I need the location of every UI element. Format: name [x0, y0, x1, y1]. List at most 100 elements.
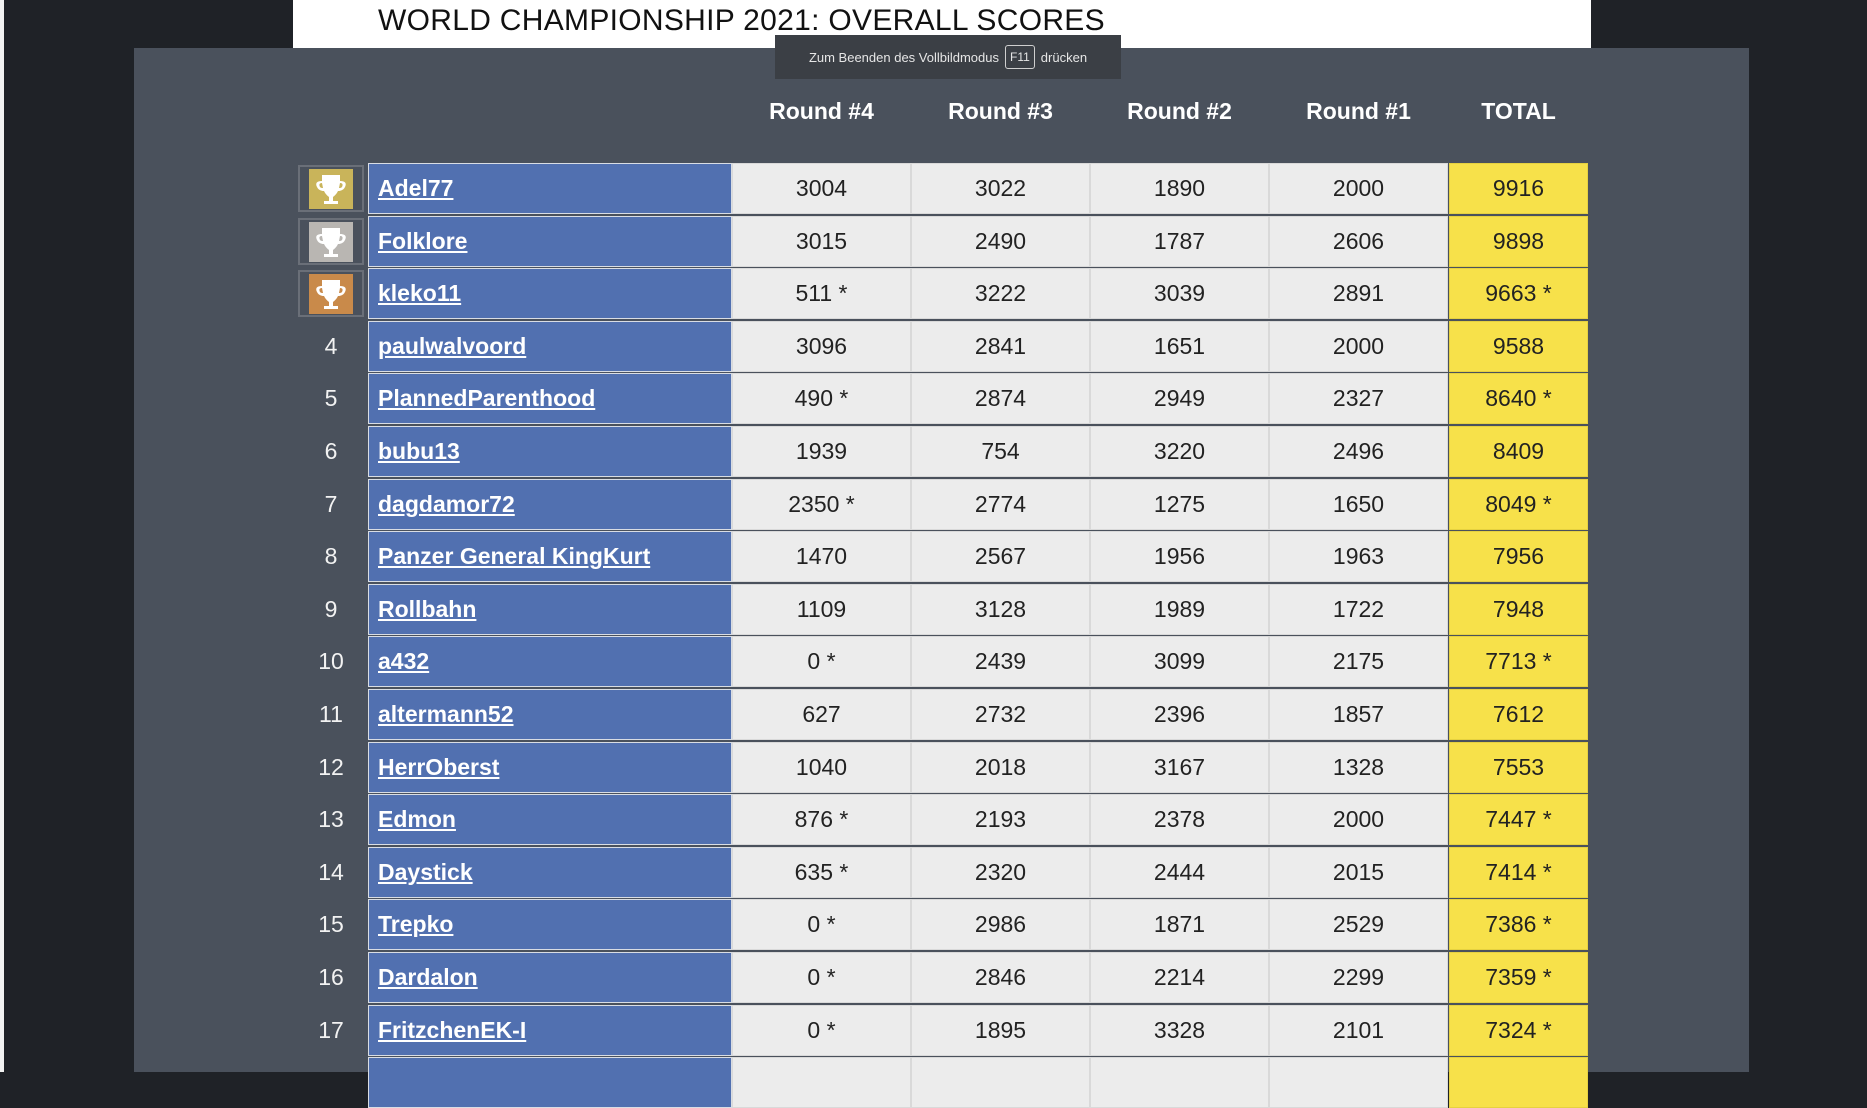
player-name-link[interactable]: Trepko: [378, 911, 453, 938]
score-cell-round-2: 1956: [1090, 531, 1269, 582]
player-name-cell: [368, 1057, 732, 1108]
total-cell: 7956: [1449, 531, 1588, 582]
score-cell-round-3: 754: [911, 426, 1090, 477]
fullscreen-notice: Zum Beenden des Vollbildmodus F11 drücke…: [775, 35, 1121, 79]
fullscreen-notice-text-end: drücken: [1040, 49, 1088, 65]
total-cell: 7386 *: [1449, 899, 1588, 950]
total-cell: 7359 *: [1449, 952, 1588, 1003]
score-cell-round-1: 2175: [1269, 636, 1448, 687]
player-name-link[interactable]: HerrOberst: [378, 754, 499, 781]
player-name-cell: dagdamor72: [368, 479, 732, 530]
trophy-gold-icon: [298, 165, 364, 212]
score-cell-round-2: 2378: [1090, 794, 1269, 845]
player-name-cell: Trepko: [368, 899, 732, 950]
score-cell-round-2: [1090, 1057, 1269, 1108]
score-cell-round-3: 2732: [911, 689, 1090, 740]
total-cell: 7553: [1449, 742, 1588, 793]
score-cell-round-4: 3015: [732, 216, 911, 267]
player-name-link[interactable]: a432: [378, 648, 429, 675]
player-name-cell: Rollbahn: [368, 584, 732, 635]
rank-cell: 17: [318, 1016, 344, 1043]
player-name-link[interactable]: dagdamor72: [378, 491, 515, 518]
score-cell-round-1: 2529: [1269, 899, 1448, 950]
player-name-cell: altermann52: [368, 689, 732, 740]
table-row: 17 FritzchenEK-I 0 * 1895 3328 2101 7324 *: [0, 1005, 1867, 1056]
score-cell-round-2: 3328: [1090, 1005, 1269, 1056]
score-cell-round-3: 2018: [911, 742, 1090, 793]
f11-key-badge: F11: [1005, 45, 1035, 69]
player-name-link[interactable]: bubu13: [378, 438, 460, 465]
score-cell-round-4: 0 *: [732, 636, 911, 687]
score-cell-round-1: 1857: [1269, 689, 1448, 740]
player-name-link[interactable]: FritzchenEK-I: [378, 1017, 526, 1044]
score-cell-round-1: 2606: [1269, 216, 1448, 267]
player-name-cell: Edmon: [368, 794, 732, 845]
player-name-cell: bubu13: [368, 426, 732, 477]
player-name-cell: FritzchenEK-I: [368, 1005, 732, 1056]
page-title: WORLD CHAMPIONSHIP 2021: OVERALL SCORES: [378, 4, 1105, 37]
score-cell-round-1: 2000: [1269, 794, 1448, 845]
fullscreen-notice-text: Zum Beenden des Vollbildmodus: [808, 49, 999, 65]
total-cell: 9663 *: [1449, 268, 1588, 319]
score-cell-round-4: 490 *: [732, 373, 911, 424]
table-row: 8 Panzer General KingKurt 1470 2567 1956 1963…: [0, 531, 1867, 582]
player-name-link[interactable]: Dardalon: [378, 964, 478, 991]
total-cell: [1449, 1057, 1588, 1108]
player-name-cell: a432: [368, 636, 732, 687]
rank-cell: 13: [318, 805, 344, 832]
score-cell-round-4: [732, 1057, 911, 1108]
score-cell-round-2: 3167: [1090, 742, 1269, 793]
score-cell-round-4: 1109: [732, 584, 911, 635]
table-row: 10 a432 0 * 2439 3099 2175 7713 *: [0, 636, 1867, 687]
table-row: kleko11 511 * 3222 3039 2891 9663 *: [0, 268, 1867, 319]
score-cell-round-3: 2567: [911, 531, 1090, 582]
table-row: 9 Rollbahn 1109 3128 1989 1722 7948: [0, 584, 1867, 635]
score-cell-round-4: 1939: [732, 426, 911, 477]
score-cell-round-2: 1787: [1090, 216, 1269, 267]
header-round-4: Round #4: [769, 98, 874, 124]
player-name-link[interactable]: Adel77: [378, 175, 453, 202]
score-cell-round-2: 2444: [1090, 847, 1269, 898]
player-name-link[interactable]: Panzer General KingKurt: [378, 543, 650, 570]
rank-cell: 10: [318, 647, 344, 674]
rank-cell: 5: [324, 384, 338, 411]
total-cell: 8640 *: [1449, 373, 1588, 424]
player-name-link[interactable]: kleko11: [378, 280, 461, 307]
table-row: 12 HerrOberst 1040 2018 3167 1328 7553: [0, 742, 1867, 793]
score-cell-round-4: 1040: [732, 742, 911, 793]
score-cell-round-1: 2000: [1269, 321, 1448, 372]
total-cell: 8049 *: [1449, 479, 1588, 530]
player-name-link[interactable]: Daystick: [378, 859, 473, 886]
table-row: 11 altermann52 627 2732 2396 1857 7612: [0, 689, 1867, 740]
score-cell-round-4: 635 *: [732, 847, 911, 898]
score-cell-round-3: 3022: [911, 163, 1090, 214]
player-name-link[interactable]: Edmon: [378, 806, 456, 833]
player-name-link[interactable]: Rollbahn: [378, 596, 476, 623]
total-cell: 7324 *: [1449, 1005, 1588, 1056]
score-cell-round-2: 3099: [1090, 636, 1269, 687]
score-cell-round-2: 1651: [1090, 321, 1269, 372]
table-row: Adel77 3004 3022 1890 2000 9916: [0, 163, 1867, 214]
score-cell-round-4: 0 *: [732, 899, 911, 950]
rank-cell: 16: [318, 963, 344, 990]
score-cell-round-3: 2986: [911, 899, 1090, 950]
score-cell-round-2: 1871: [1090, 899, 1269, 950]
header-round-1: Round #1: [1306, 98, 1411, 124]
player-name-link[interactable]: Folklore: [378, 228, 467, 255]
player-name-cell: paulwalvoord: [368, 321, 732, 372]
score-cell-round-1: 2891: [1269, 268, 1448, 319]
score-cell-round-1: 2496: [1269, 426, 1448, 477]
rank-cell: 4: [324, 332, 338, 359]
score-cell-round-2: 2214: [1090, 952, 1269, 1003]
score-cell-round-3: 2874: [911, 373, 1090, 424]
score-cell-round-4: 627: [732, 689, 911, 740]
player-name-link[interactable]: PlannedParenthood: [378, 385, 595, 412]
score-cell-round-1: 1963: [1269, 531, 1448, 582]
score-cell-round-1: 1722: [1269, 584, 1448, 635]
player-name-link[interactable]: paulwalvoord: [378, 333, 526, 360]
score-cell-round-3: 2193: [911, 794, 1090, 845]
score-cell-round-3: 2439: [911, 636, 1090, 687]
player-name-link[interactable]: altermann52: [378, 701, 514, 728]
trophy-silver-icon: [298, 218, 364, 265]
score-cell-round-4: 876 *: [732, 794, 911, 845]
